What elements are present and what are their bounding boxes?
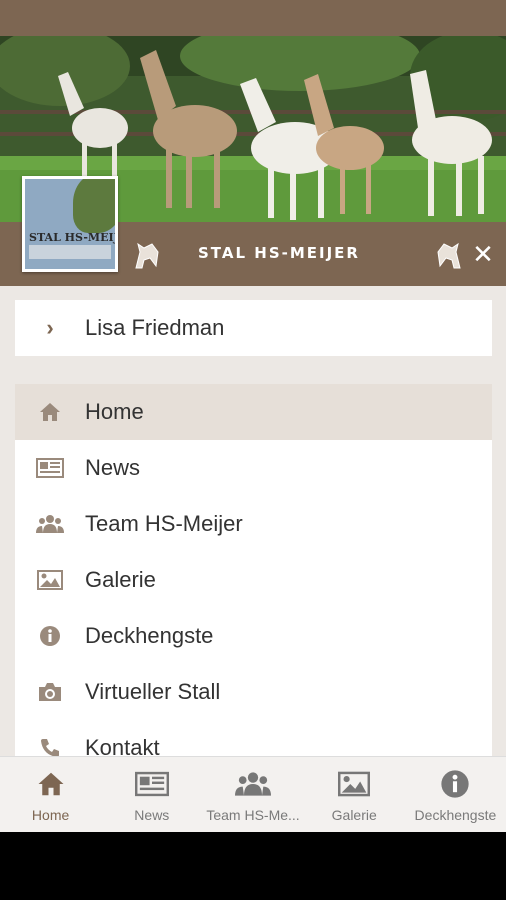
image-icon [15,570,85,590]
camera-icon [15,681,85,703]
menu-item-home[interactable]: Home [15,384,492,440]
bottom-nav-news[interactable]: News [101,757,202,832]
menu-item-kontakt[interactable]: Kontakt [15,720,492,756]
user-profile-row[interactable]: › Lisa Friedman [15,300,492,356]
home-icon [15,401,85,423]
menu-item-team[interactable]: Team HS-Meijer [15,496,492,552]
info-icon [15,625,85,647]
menu-item-virtueller-stall[interactable]: Virtueller Stall [15,664,492,720]
menu-item-news[interactable]: News [15,440,492,496]
bottom-nav-galerie[interactable]: Galerie [304,757,405,832]
menu-list: Home News Team HS-Meijer Galerie Deckhen… [15,384,492,756]
chevron-right-icon: › [46,315,54,340]
close-menu-button[interactable]: ✕ [470,240,496,268]
status-bar [0,0,506,36]
bottom-navigation: Home News Team HS-Me... Galerie Deckheng… [0,756,506,832]
image-icon [338,767,371,801]
drawer-menu: › Lisa Friedman Home News Team HS-Meijer [0,286,506,756]
brand-title: STAL HS-MEIJER [198,244,360,262]
users-icon [235,767,271,801]
user-name: Lisa Friedman [85,315,225,340]
users-icon [15,513,85,535]
horse-head-icon [437,242,461,269]
horse-head-icon [135,242,159,269]
system-navigation-area [0,832,506,900]
newspaper-icon [15,458,85,478]
menu-item-deckhengste[interactable]: Deckhengste [15,608,492,664]
bottom-nav-team[interactable]: Team HS-Me... [202,757,303,832]
home-icon [36,767,66,801]
bottom-nav-deckhengste[interactable]: Deckhengste [405,757,506,832]
menu-item-galerie[interactable]: Galerie [15,552,492,608]
bottom-nav-home[interactable]: Home [0,757,101,832]
stable-logo: STAL HS-MEIJER [22,176,118,272]
phone-icon [15,737,85,756]
info-icon [440,767,470,801]
newspaper-icon [134,767,169,801]
